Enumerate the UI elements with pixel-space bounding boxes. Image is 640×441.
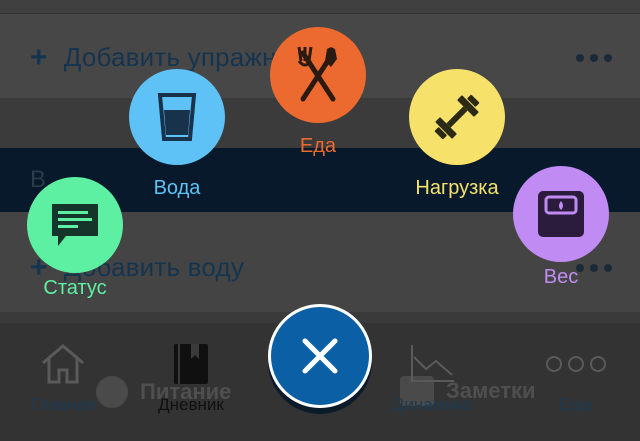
- action-load[interactable]: Нагрузка: [409, 69, 505, 200]
- action-status[interactable]: Статус: [27, 177, 123, 300]
- fork-knife-icon: [297, 46, 337, 102]
- action-weight[interactable]: Вес: [513, 166, 609, 289]
- close-icon: [302, 338, 338, 374]
- scale-icon: [538, 191, 584, 237]
- water-bubble[interactable]: [129, 69, 225, 165]
- status-label: Статус: [43, 277, 107, 299]
- weight-bubble[interactable]: [513, 166, 609, 262]
- load-label: Нагрузка: [415, 177, 499, 199]
- water-label: Вода: [153, 177, 201, 199]
- action-food[interactable]: Еда: [270, 27, 366, 158]
- tab-home[interactable]: Главная: [3, 343, 123, 415]
- dumbbell-icon: [434, 94, 480, 140]
- more-icon: [546, 356, 606, 372]
- load-bubble[interactable]: [409, 69, 505, 165]
- glass-icon: [157, 93, 197, 141]
- section-divider: [0, 0, 640, 14]
- tab-dynamics[interactable]: Динамика: [372, 343, 492, 415]
- chart-icon: [411, 345, 454, 382]
- exercise-more-icon[interactable]: [576, 54, 612, 62]
- food-label: Еда: [299, 135, 337, 157]
- action-water[interactable]: Вода: [129, 69, 225, 200]
- plus-icon: +: [30, 40, 48, 74]
- tab-diary[interactable]: Дневник: [131, 343, 251, 415]
- food-bubble[interactable]: [270, 27, 366, 123]
- home-icon: [42, 344, 84, 384]
- diary-icon: [174, 344, 208, 384]
- tab-more[interactable]: Еще: [516, 343, 636, 415]
- status-bubble[interactable]: [27, 177, 123, 273]
- close-menu-button[interactable]: [268, 304, 372, 408]
- message-icon: [52, 204, 98, 246]
- weight-label: Вес: [543, 266, 579, 288]
